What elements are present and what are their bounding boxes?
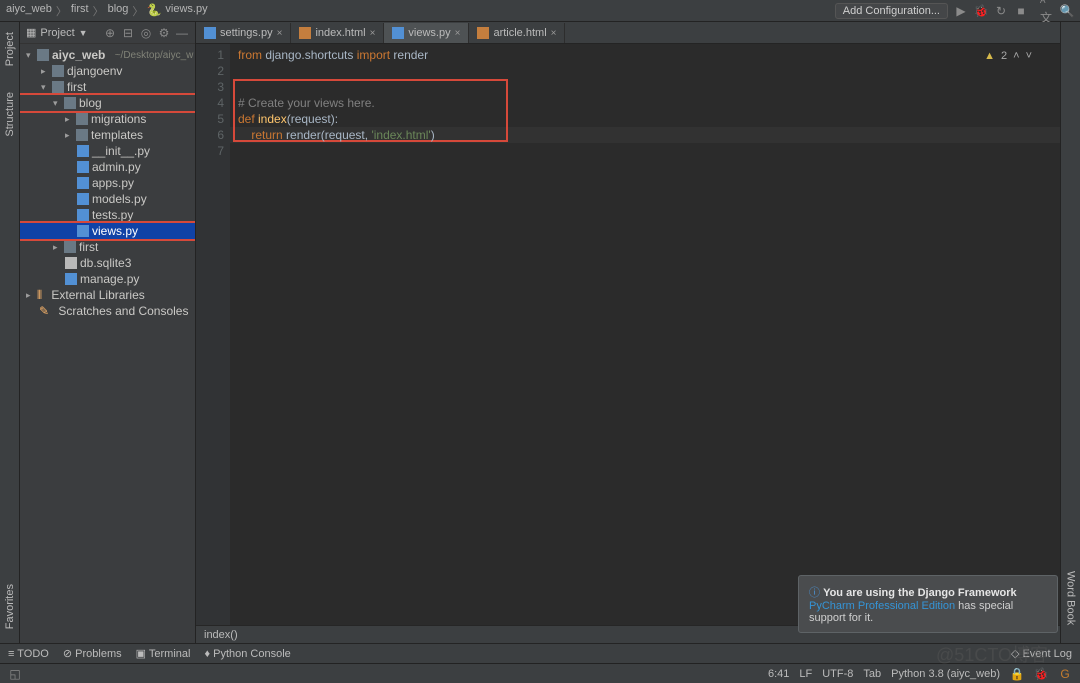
left-rail: Project Structure Favorites bbox=[0, 22, 20, 643]
caret-position[interactable]: 6:41 bbox=[768, 668, 789, 680]
tree-scratches[interactable]: ✎ Scratches and Consoles bbox=[20, 303, 195, 319]
rail-wordbook[interactable]: Word Book bbox=[1063, 565, 1079, 631]
tree-blog[interactable]: ▾blog bbox=[20, 95, 195, 111]
select-opened-icon[interactable]: ◎ bbox=[139, 26, 153, 40]
close-icon[interactable]: × bbox=[370, 28, 376, 39]
tree-init[interactable]: __init__.py bbox=[20, 143, 195, 159]
tree-migrations[interactable]: ▸migrations bbox=[20, 111, 195, 127]
bug-icon[interactable]: 🐞 bbox=[1034, 667, 1048, 681]
search-icon[interactable]: 🔍 bbox=[1060, 4, 1074, 18]
debug-icon[interactable]: 🐞 bbox=[974, 4, 988, 18]
tree-first[interactable]: ▾first bbox=[20, 79, 195, 95]
tree-tests[interactable]: tests.py bbox=[20, 207, 195, 223]
collapse-all-icon[interactable]: ⊟ bbox=[121, 26, 135, 40]
rail-project[interactable]: Project bbox=[2, 26, 18, 72]
crumb-blog[interactable]: blog bbox=[108, 3, 129, 19]
status-bar: ◱ 6:41 LF UTF-8 Tab Python 3.8 (aiyc_web… bbox=[0, 663, 1080, 683]
tab-article[interactable]: article.html× bbox=[469, 23, 565, 43]
close-icon[interactable]: × bbox=[551, 28, 557, 39]
add-configuration-button[interactable]: Add Configuration... bbox=[835, 3, 948, 19]
notification-balloon[interactable]: ⓘ You are using the Django Framework PyC… bbox=[798, 575, 1058, 633]
notif-link[interactable]: PyCharm Professional Edition bbox=[809, 600, 955, 612]
tree-root[interactable]: ▾aiyc_web ~/Desktop/aiyc_w bbox=[20, 47, 195, 63]
g-icon[interactable]: G bbox=[1058, 667, 1072, 681]
breadcrumb[interactable]: aiyc_web 〉 first 〉 blog 〉 🐍 views.py bbox=[6, 3, 208, 19]
tree-views-selected[interactable]: views.py bbox=[20, 223, 195, 239]
chevron-right-icon: 〉 bbox=[56, 3, 67, 19]
notif-title: You are using the Django Framework bbox=[823, 587, 1017, 599]
code-text[interactable]: from django.shortcuts import render # Cr… bbox=[230, 44, 1060, 625]
line-separator[interactable]: LF bbox=[799, 668, 812, 680]
rerun-icon[interactable]: ↻ bbox=[994, 4, 1008, 18]
tree-djangoenv[interactable]: ▸djangoenv bbox=[20, 63, 195, 79]
tool-windows-bar: ≡ TODO ⊘ Problems ▣ Terminal ♦ Python Co… bbox=[0, 643, 1080, 663]
encoding[interactable]: UTF-8 bbox=[822, 668, 853, 680]
python-file-icon: 🐍 bbox=[147, 3, 161, 17]
lock-icon[interactable]: 🔒 bbox=[1010, 667, 1024, 681]
stop-icon[interactable]: ■ bbox=[1014, 4, 1028, 18]
tree-db[interactable]: db.sqlite3 bbox=[20, 255, 195, 271]
todo-button[interactable]: ≡ TODO bbox=[8, 648, 49, 660]
rail-favorites[interactable]: Favorites bbox=[2, 578, 18, 635]
tab-views-active[interactable]: views.py× bbox=[384, 23, 469, 43]
run-icon[interactable]: ▶ bbox=[954, 4, 968, 18]
code-area[interactable]: 123 4567 from django.shortcuts import re… bbox=[196, 44, 1060, 625]
project-tree[interactable]: ▾aiyc_web ~/Desktop/aiyc_w ▸djangoenv ▾f… bbox=[20, 44, 195, 319]
tree-apps[interactable]: apps.py bbox=[20, 175, 195, 191]
chevron-down-icon[interactable]: ▼ bbox=[79, 28, 88, 38]
tab-settings[interactable]: settings.py× bbox=[196, 23, 291, 43]
tab-index[interactable]: index.html× bbox=[291, 23, 384, 43]
chevron-right-icon: 〉 bbox=[93, 3, 104, 19]
hide-icon[interactable]: — bbox=[175, 26, 189, 40]
line-gutter: 123 4567 bbox=[196, 44, 230, 625]
tree-extlib[interactable]: ▸⫴ External Libraries bbox=[20, 287, 195, 303]
folder-icon: ▦ bbox=[26, 26, 36, 39]
tree-manage[interactable]: manage.py bbox=[20, 271, 195, 287]
crumb-first[interactable]: first bbox=[71, 3, 89, 19]
tree-models[interactable]: models.py bbox=[20, 191, 195, 207]
sidebar-title[interactable]: Project bbox=[40, 27, 74, 39]
watermark: @51CTO博客 bbox=[936, 641, 1048, 667]
editor: settings.py× index.html× views.py× artic… bbox=[196, 22, 1060, 643]
sidebar-header: ▦ Project ▼ ⊕ ⊟ ◎ ⚙ — bbox=[20, 22, 195, 44]
crumb-project[interactable]: aiyc_web bbox=[6, 3, 52, 19]
indent[interactable]: Tab bbox=[863, 668, 881, 680]
editor-tabs: settings.py× index.html× views.py× artic… bbox=[196, 22, 1060, 44]
close-icon[interactable]: × bbox=[455, 28, 461, 39]
crumb-file[interactable]: views.py bbox=[165, 3, 207, 19]
gear-icon[interactable]: ⚙ bbox=[157, 26, 171, 40]
terminal-button[interactable]: ▣ Terminal bbox=[136, 647, 191, 660]
python-console-button[interactable]: ♦ Python Console bbox=[204, 648, 290, 660]
tree-admin[interactable]: admin.py bbox=[20, 159, 195, 175]
project-sidebar: ▦ Project ▼ ⊕ ⊟ ◎ ⚙ — ▾aiyc_web ~/Deskto… bbox=[20, 22, 196, 643]
interpreter[interactable]: Python 3.8 (aiyc_web) bbox=[891, 668, 1000, 680]
info-icon: ⓘ bbox=[809, 587, 820, 599]
expand-all-icon[interactable]: ⊕ bbox=[103, 26, 117, 40]
translate-icon[interactable]: ᴬ文 bbox=[1040, 4, 1054, 18]
toolwindows-toggle-icon[interactable]: ◱ bbox=[8, 667, 22, 681]
tree-templates[interactable]: ▸templates bbox=[20, 127, 195, 143]
tree-first2[interactable]: ▸first bbox=[20, 239, 195, 255]
rail-structure[interactable]: Structure bbox=[2, 86, 18, 143]
right-rail: Word Book bbox=[1060, 22, 1080, 643]
navbar: aiyc_web 〉 first 〉 blog 〉 🐍 views.py Add… bbox=[0, 0, 1080, 22]
close-icon[interactable]: × bbox=[277, 28, 283, 39]
chevron-right-icon: 〉 bbox=[132, 3, 143, 19]
main-area: Project Structure Favorites ▦ Project ▼ … bbox=[0, 22, 1080, 643]
problems-button[interactable]: ⊘ Problems bbox=[63, 647, 122, 660]
